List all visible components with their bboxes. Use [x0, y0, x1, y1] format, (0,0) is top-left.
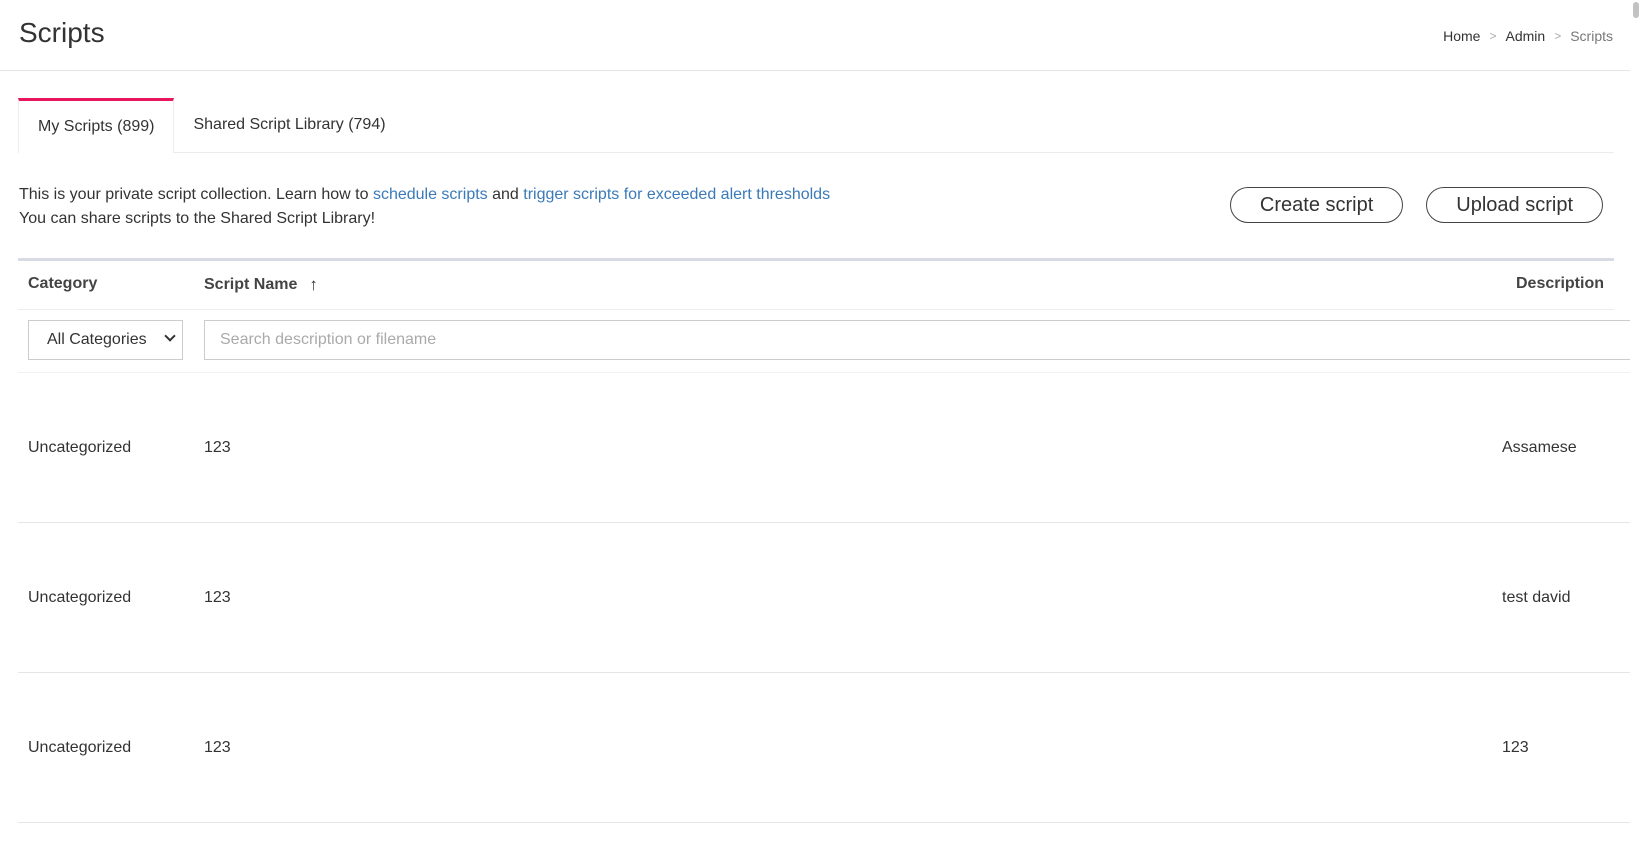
tab-my-scripts[interactable]: My Scripts (899)	[18, 98, 175, 153]
action-buttons: Create script Upload script	[1229, 187, 1603, 223]
filter-row: All Categories	[18, 310, 1634, 373]
column-header-description[interactable]: Description	[1516, 275, 1604, 293]
breadcrumb-separator: >	[1554, 29, 1562, 43]
upload-script-button[interactable]: Upload script	[1426, 187, 1603, 223]
arrow-up-icon[interactable]: ↑	[309, 275, 318, 295]
breadcrumb-home[interactable]: Home	[1443, 28, 1480, 44]
scripts-page: Scripts Home > Admin > Scripts My Script…	[0, 0, 1641, 859]
row-description: 123	[1502, 738, 1529, 756]
intro-line-1: This is your private script collection. …	[19, 183, 830, 207]
row-script-name: 123	[204, 588, 231, 606]
page-scrollbar[interactable]	[1630, 0, 1641, 859]
scripts-table: Category Script Name ↑ Description All C…	[18, 258, 1634, 823]
row-script-name: 123	[204, 438, 231, 456]
schedule-scripts-link[interactable]: schedule scripts	[373, 186, 488, 203]
intro-prefix: This is your private script collection. …	[19, 186, 373, 203]
table-header: Category Script Name ↑ Description	[18, 258, 1614, 310]
breadcrumb-admin[interactable]: Admin	[1506, 28, 1546, 44]
chevron-down-icon	[164, 330, 176, 342]
tab-bar: My Scripts (899) Shared Script Library (…	[18, 98, 1614, 153]
row-script-name: 123	[204, 738, 231, 756]
row-description: test david	[1502, 588, 1571, 606]
row-category: Uncategorized	[28, 588, 132, 606]
breadcrumb-current: Scripts	[1570, 28, 1613, 44]
trigger-scripts-link[interactable]: trigger scripts for exceeded alert thres…	[523, 186, 830, 203]
row-category: Uncategorized	[28, 738, 132, 756]
create-script-button[interactable]: Create script	[1229, 187, 1404, 223]
breadcrumb-separator: >	[1489, 29, 1497, 43]
page-header: Scripts Home > Admin > Scripts	[0, 0, 1630, 71]
category-select[interactable]: All Categories	[28, 320, 183, 360]
page-title: Scripts	[19, 17, 105, 48]
column-header-script-name[interactable]: Script Name ↑	[204, 275, 318, 295]
intro-text: This is your private script collection. …	[19, 183, 830, 231]
column-header-category[interactable]: Category	[28, 275, 97, 293]
breadcrumb: Home > Admin > Scripts	[1443, 28, 1613, 44]
search-input[interactable]	[204, 320, 1634, 360]
tab-shared-script-library[interactable]: Shared Script Library (794)	[174, 98, 404, 151]
table-row[interactable]: Uncategorized 123 test david	[18, 523, 1630, 673]
category-select-value: All Categories	[47, 331, 147, 348]
intro-line-2: You can share scripts to the Shared Scri…	[19, 210, 376, 227]
intro-mid: and	[487, 186, 524, 203]
row-category: Uncategorized	[28, 438, 132, 456]
table-row[interactable]: Uncategorized 123 123	[18, 673, 1630, 823]
column-header-script-name-label: Script Name	[204, 276, 298, 293]
table-row[interactable]: Uncategorized 123 Assamese	[18, 373, 1630, 523]
scrollbar-thumb[interactable]	[1633, 2, 1639, 18]
row-description: Assamese	[1502, 438, 1577, 456]
